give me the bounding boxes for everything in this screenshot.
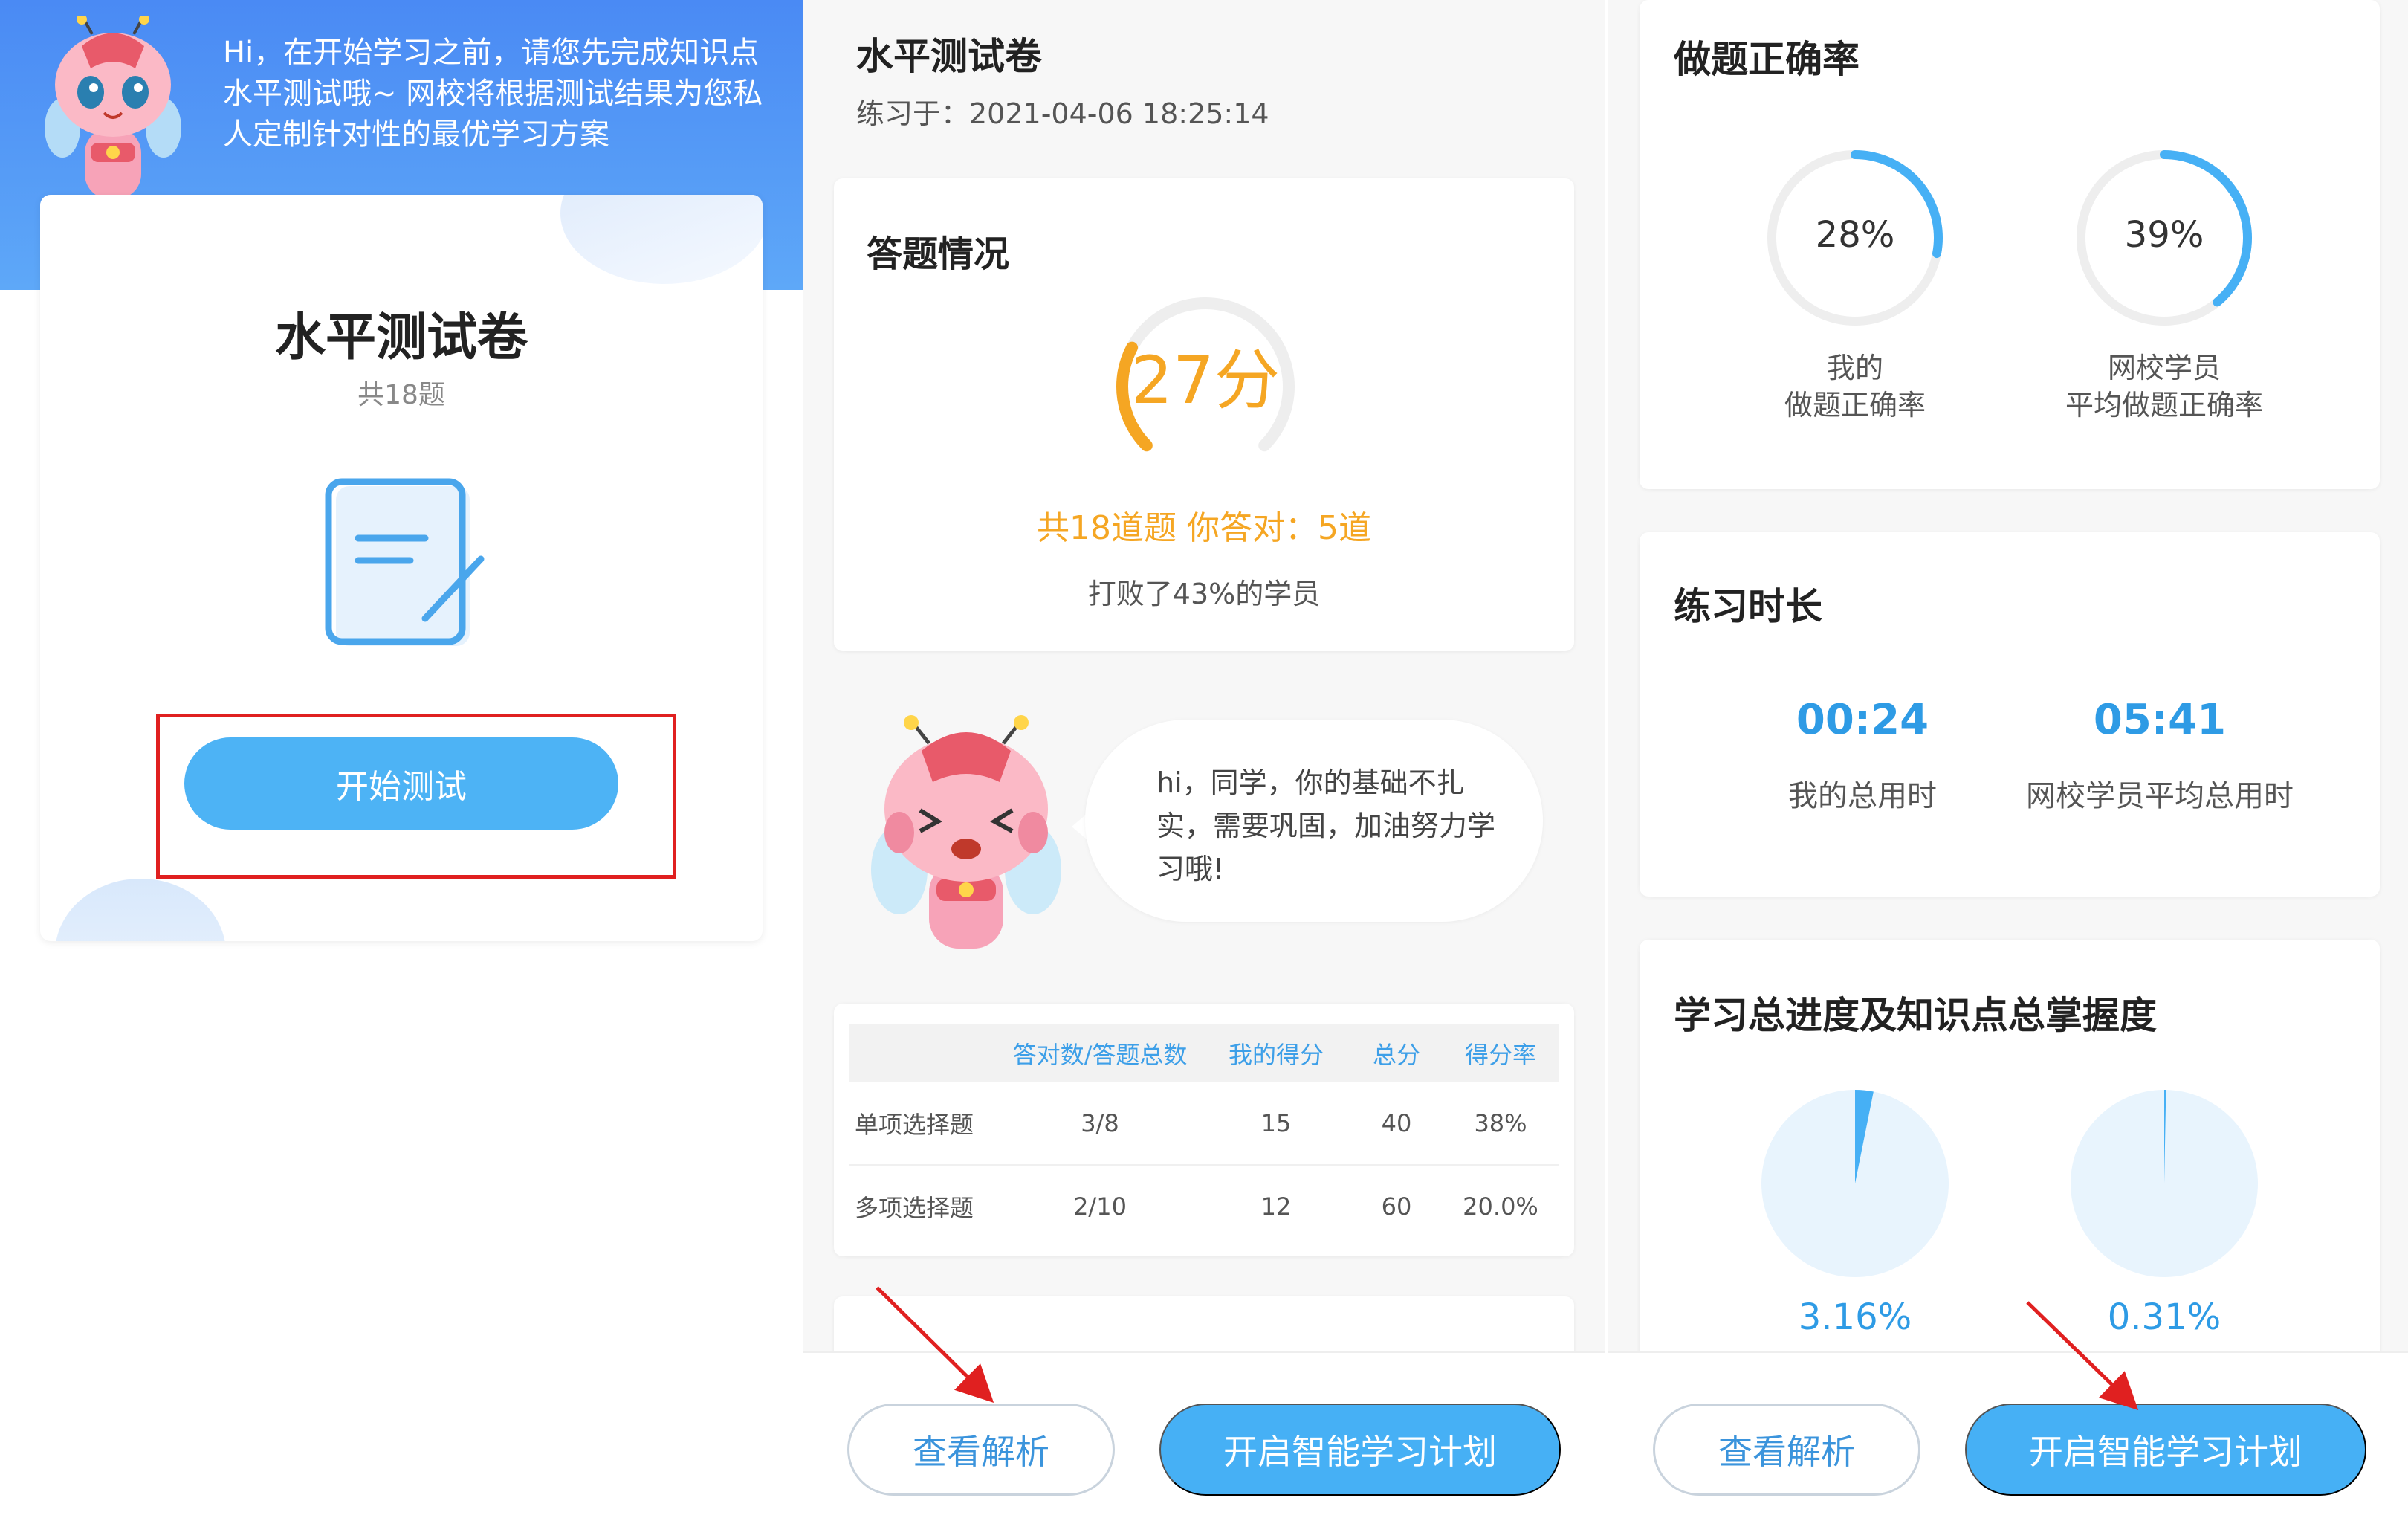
question-type: 单项选择题 bbox=[849, 1082, 999, 1166]
page-title: 水平测试卷 bbox=[856, 35, 1042, 78]
correct-count: 2/10 bbox=[1073, 1192, 1127, 1221]
intro-text: Hi，在开始学习之前，请您先完成知识点水平测试哦~ 网校将根据测试结果为您私人定… bbox=[223, 36, 763, 152]
table-header: 我的得分 bbox=[1201, 1024, 1351, 1082]
section-title: 做题正确率 bbox=[1674, 38, 1860, 81]
bottom-action-bar: 查看解析 开启智能学习计划 bbox=[1608, 1351, 2408, 1518]
start-smart-plan-button[interactable]: 开启智能学习计划 bbox=[1965, 1404, 2366, 1496]
table-header: 答对数/答题总数 bbox=[999, 1024, 1201, 1082]
table-row: 单项选择题 3/8 15 40 38% bbox=[849, 1082, 1559, 1166]
level-test-intro-screen: Hi，在开始学习之前，请您先完成知识点水平测试哦~ 网校将根据测试结果为您私人定… bbox=[0, 0, 803, 1518]
correct-count: 3/8 bbox=[999, 1082, 1201, 1166]
document-edit-icon bbox=[325, 478, 485, 646]
question-type: 多项选择题 bbox=[855, 1194, 974, 1222]
total-score: 60 bbox=[1381, 1192, 1412, 1221]
score-gauge: 27分 bbox=[1116, 297, 1295, 452]
progress-value-2: 0.31% bbox=[2107, 1296, 2221, 1338]
question-count: 共18题 bbox=[357, 380, 445, 410]
duration-card: 练习时长 00:24 我的总用时 05:41 网校学员平均总用时 bbox=[1640, 532, 2380, 897]
progress-pie-1 bbox=[1761, 1090, 1949, 1277]
my-score: 12 bbox=[1260, 1192, 1292, 1221]
my-accuracy-label-line2: 做题正确率 bbox=[1784, 389, 1926, 422]
mascot-bee-icon bbox=[871, 715, 1061, 949]
test-paper-title: 水平测试卷 bbox=[274, 309, 528, 367]
score-rate: 38% bbox=[1442, 1082, 1559, 1166]
table-header-row: 答对数/答题总数 我的得分 总分 得分率 bbox=[849, 1024, 1559, 1082]
mascot-bee-icon bbox=[45, 16, 181, 199]
my-duration-label: 我的总用时 bbox=[1788, 779, 1937, 813]
progress-pie-2 bbox=[2071, 1089, 2258, 1277]
average-duration-label: 网校学员平均总用时 bbox=[2026, 779, 2294, 813]
start-smart-plan-button[interactable]: 开启智能学习计划 bbox=[1159, 1404, 1561, 1496]
speech-bubble: hi，同学，你的基础不扎实，需要巩固，加油努力学习哦! bbox=[1085, 720, 1543, 922]
average-accuracy-label-line2: 平均做题正确率 bbox=[2065, 389, 2263, 422]
score-rate: 20.0% bbox=[1463, 1192, 1538, 1221]
accuracy-card: 做题正确率 28% 我的 做题正确率 39% 网校学员 平均做题正确率 bbox=[1640, 0, 2380, 489]
table-row: 多项选择题 2/10 12 60 20.0% bbox=[849, 1165, 1559, 1247]
view-analysis-button[interactable]: 查看解析 bbox=[847, 1404, 1115, 1496]
section-title: 学习总进度及知识点总掌握度 bbox=[1674, 994, 2157, 1037]
encouragement-text: hi，同学，你的基础不扎实，需要巩固，加油努力学习哦! bbox=[1156, 766, 1496, 885]
average-accuracy-label-line1: 网校学员 bbox=[2107, 352, 2221, 384]
my-score: 15 bbox=[1201, 1082, 1351, 1166]
score-value: 27分 bbox=[1131, 342, 1280, 419]
section-title: 答题情况 bbox=[867, 233, 1010, 275]
answer-count: 共18道题 你答对：5道 bbox=[1037, 509, 1371, 547]
average-accuracy-value: 39% bbox=[2124, 214, 2204, 256]
average-duration-value: 05:41 bbox=[2093, 696, 2227, 744]
beat-percentage: 打败了43%的学员 bbox=[1087, 578, 1321, 610]
my-accuracy-label-line1: 我的 bbox=[1826, 352, 1883, 384]
decorative-circle bbox=[560, 195, 763, 284]
view-analysis-button[interactable]: 查看解析 bbox=[1653, 1404, 1920, 1496]
score-table: 答对数/答题总数 我的得分 总分 得分率 单项选择题 3/8 15 40 38%… bbox=[849, 1024, 1559, 1247]
my-duration-value: 00:24 bbox=[1796, 696, 1929, 744]
test-stats-screen: 做题正确率 28% 我的 做题正确率 39% 网校学员 平均做题正确率 练习时长… bbox=[1605, 0, 2408, 1518]
test-result-screen: 水平测试卷 练习于：2021-04-06 18:25:14 答题情况 27分 共… bbox=[803, 0, 1605, 1518]
start-test-button[interactable]: 开始测试 bbox=[184, 737, 618, 830]
total-score: 40 bbox=[1351, 1082, 1442, 1166]
decorative-circle bbox=[55, 879, 226, 941]
table-header: 总分 bbox=[1351, 1024, 1442, 1082]
section-title: 练习时长 bbox=[1674, 585, 1822, 628]
progress-value-1: 3.16% bbox=[1798, 1296, 1912, 1338]
answer-summary-card: 答题情况 27分 共18道题 你答对：5道 打败了43%的学员 bbox=[834, 178, 1574, 651]
table-header: 得分率 bbox=[1442, 1024, 1559, 1082]
my-accuracy-value: 28% bbox=[1815, 214, 1895, 256]
bottom-action-bar: 查看解析 开启智能学习计划 bbox=[803, 1351, 1605, 1518]
practice-time: 练习于：2021-04-06 18:25:14 bbox=[856, 97, 1269, 130]
score-breakdown-card: 答对数/答题总数 我的得分 总分 得分率 单项选择题 3/8 15 40 38%… bbox=[834, 1004, 1574, 1256]
table-header bbox=[849, 1024, 999, 1082]
